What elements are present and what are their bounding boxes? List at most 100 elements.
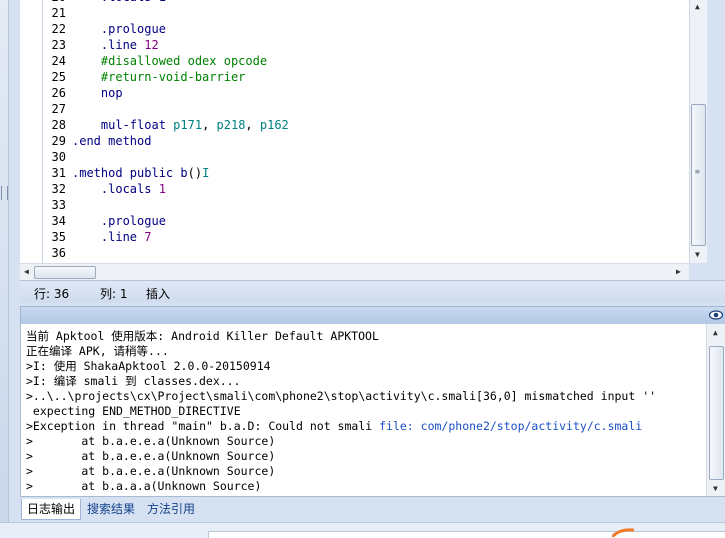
code-line[interactable]: 27 bbox=[20, 101, 72, 117]
code-token: .method bbox=[72, 166, 130, 180]
log-line: >I: 编译 smali 到 classes.dex... bbox=[26, 374, 241, 389]
line-number: 21 bbox=[51, 6, 66, 20]
arrow-down-icon[interactable]: ▼ bbox=[713, 484, 718, 493]
log-text: >I: 编译 smali 到 classes.dex... bbox=[26, 374, 241, 388]
editor-hscroll-thumb[interactable] bbox=[34, 266, 96, 279]
editor-horizontal-scrollbar[interactable]: ◀ ▶ bbox=[20, 263, 689, 280]
line-number: 33 bbox=[51, 198, 66, 212]
code-token: 1 bbox=[158, 182, 166, 196]
line-number: 28 bbox=[51, 118, 66, 132]
code-token: 12 bbox=[144, 38, 159, 52]
log-line: > at b.a.e.e.a(Unknown Source) bbox=[26, 434, 275, 449]
code-token: b bbox=[180, 166, 188, 180]
tab-method-references[interactable]: 方法引用 bbox=[142, 499, 200, 519]
code-line[interactable]: 30 bbox=[20, 149, 72, 165]
line-number: 22 bbox=[51, 22, 66, 36]
code-line[interactable]: 29 .end method bbox=[20, 133, 152, 149]
log-text: > at b.a.e.e.a(Unknown Source) bbox=[26, 449, 276, 463]
log-line: >I: 使用 ShakaApktool 2.0.0-20150914 bbox=[26, 359, 271, 374]
log-text: 当前 Apktool 使用版本: Android Killer Default … bbox=[26, 329, 379, 343]
line-number: 32 bbox=[51, 182, 66, 196]
code-token: () bbox=[187, 166, 203, 180]
code-token: .line bbox=[72, 38, 145, 52]
log-file-link[interactable]: file: com/phone2/stop/activity/c.smali bbox=[379, 419, 642, 433]
line-number: 24 bbox=[51, 54, 66, 68]
console-vscroll-thumb[interactable] bbox=[709, 346, 724, 480]
code-token: I bbox=[202, 166, 210, 180]
code-editor[interactable]: 20 .locals 12122 .prologue23 .line 1224 … bbox=[20, 0, 706, 263]
code-line[interactable]: 32 .locals 1 bbox=[20, 181, 166, 197]
log-text: 正在编译 APK, 请稍等... bbox=[26, 344, 169, 358]
log-line: >Exception in thread "main" b.a.D: Could… bbox=[26, 419, 642, 434]
line-number: 27 bbox=[51, 102, 66, 116]
code-line[interactable]: 35 .line 7 bbox=[20, 229, 152, 245]
code-line[interactable]: 25 #return-void-barrier bbox=[20, 69, 246, 85]
code-token: , bbox=[245, 118, 260, 132]
code-line[interactable]: 34 .prologue bbox=[20, 213, 166, 229]
code-line[interactable]: 31 .method public b()I bbox=[20, 165, 210, 181]
code-token: .prologue bbox=[72, 22, 166, 36]
log-text: expecting END_METHOD_DIRECTIVE bbox=[26, 404, 241, 418]
log-line: 当前 Apktool 使用版本: Android Killer Default … bbox=[26, 329, 379, 344]
code-line[interactable]: 23 .line 12 bbox=[20, 37, 159, 53]
code-token: p218 bbox=[216, 118, 246, 132]
code-line[interactable]: 21 bbox=[20, 5, 72, 21]
grip-icon: ≡ bbox=[695, 167, 700, 176]
code-token: public bbox=[129, 166, 181, 180]
log-output-console[interactable]: 当前 Apktool 使用版本: Android Killer Default … bbox=[20, 324, 707, 496]
line-number: 36 bbox=[51, 246, 66, 260]
tab-search-results[interactable]: 搜索结果 bbox=[82, 499, 140, 519]
line-number: 25 bbox=[51, 70, 66, 84]
code-line[interactable]: 33 bbox=[20, 197, 72, 213]
arrow-down-icon[interactable]: ▼ bbox=[695, 250, 700, 259]
code-token: p162 bbox=[259, 118, 289, 132]
brush-icon bbox=[612, 528, 634, 537]
code-line[interactable]: 22 .prologue bbox=[20, 21, 166, 37]
code-line[interactable]: 28 mul-float p171, p218, p162 bbox=[20, 117, 289, 133]
tab-log-output[interactable]: 日志输出 bbox=[21, 499, 82, 520]
log-text: > at b.a.e.e.a(Unknown Source) bbox=[26, 434, 276, 448]
left-splitter[interactable] bbox=[0, 0, 9, 537]
line-number: 31 bbox=[51, 166, 66, 180]
code-token: .end method bbox=[72, 134, 152, 148]
arrow-up-icon[interactable]: ▲ bbox=[695, 2, 700, 11]
code-token: #disallowed odex opcode bbox=[72, 54, 268, 68]
log-text: >Exception in thread "main" b.a.D: Could… bbox=[26, 419, 380, 433]
log-line: 正在编译 APK, 请稍等... bbox=[26, 344, 169, 359]
insert-mode: 插入 bbox=[146, 287, 171, 301]
editor-status-bar: 行: 36 列: 1 插入 bbox=[20, 280, 725, 303]
code-token: mul-float bbox=[72, 118, 174, 132]
editor-vscroll-thumb[interactable]: ≡ bbox=[691, 104, 706, 246]
editor-vertical-scrollbar[interactable]: ▲ ≡ ▼ bbox=[689, 0, 707, 263]
log-line: > at b.a.e.e.a(Unknown Source) bbox=[26, 464, 275, 479]
line-number: 26 bbox=[51, 86, 66, 100]
code-line[interactable]: 26 nop bbox=[20, 85, 123, 101]
log-line: expecting END_METHOD_DIRECTIVE bbox=[26, 404, 241, 419]
console-vertical-scrollbar[interactable]: ▲ ▼ bbox=[706, 324, 725, 496]
console-header bbox=[20, 306, 725, 325]
code-token: nop bbox=[72, 86, 123, 100]
cursor-row: 行: 36 bbox=[34, 287, 70, 301]
log-line: > at b.a.e.e.a(Unknown Source) bbox=[26, 449, 275, 464]
splitter-grip bbox=[1, 186, 8, 200]
arrow-left-icon[interactable]: ◀ bbox=[24, 267, 29, 276]
code-token: 7 bbox=[144, 230, 152, 244]
code-token: p171 bbox=[173, 118, 203, 132]
code-line[interactable]: 36 bbox=[20, 245, 72, 261]
code-line[interactable]: 24 #disallowed odex opcode bbox=[20, 53, 268, 69]
line-number: 34 bbox=[51, 214, 66, 228]
arrow-up-icon[interactable]: ▲ bbox=[713, 328, 718, 337]
eye-icon[interactable] bbox=[709, 309, 723, 321]
log-text: > at b.a.a.a(Unknown Source) bbox=[26, 479, 262, 493]
code-token: #return-void-barrier bbox=[72, 70, 246, 84]
code-token: .prologue bbox=[72, 214, 166, 228]
log-line: > at b.a.a.a(Unknown Source) bbox=[26, 479, 261, 494]
line-number: 29 bbox=[51, 134, 66, 148]
code-token: .locals 1 bbox=[72, 0, 166, 4]
code-token: .line bbox=[72, 230, 145, 244]
arrow-right-icon[interactable]: ▶ bbox=[676, 267, 681, 276]
line-number: 23 bbox=[51, 38, 66, 52]
cursor-col: 列: 1 bbox=[100, 287, 128, 301]
code-token: .locals bbox=[72, 182, 159, 196]
code-token: , bbox=[202, 118, 217, 132]
